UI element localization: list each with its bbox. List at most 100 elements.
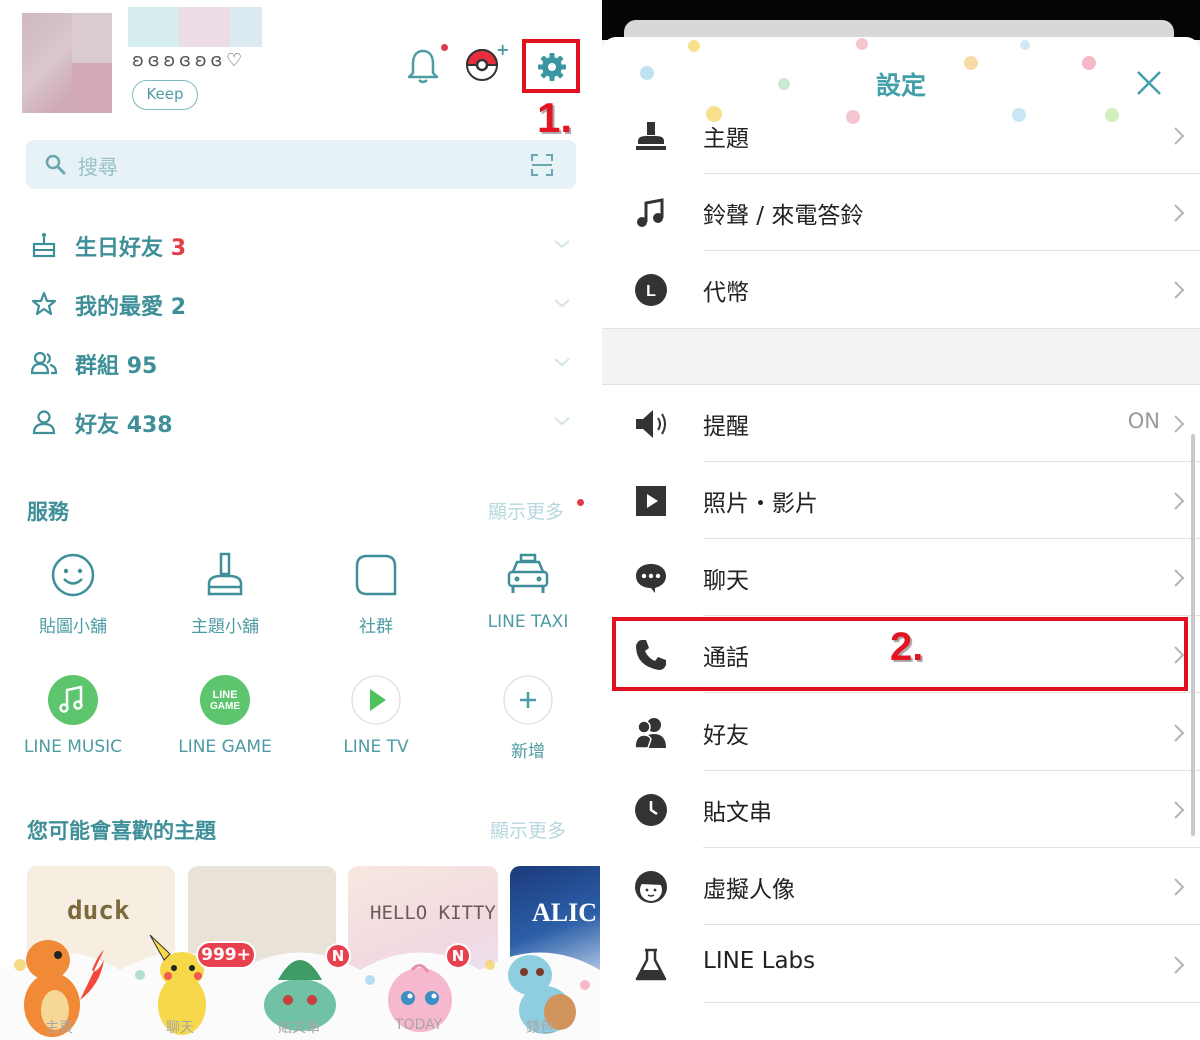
tab-chats[interactable]: 聊天 — [166, 1017, 194, 1037]
flask-icon — [635, 948, 667, 981]
gear-icon[interactable] — [537, 52, 567, 82]
row-label: 好友 — [703, 723, 749, 749]
add-friend-plus-icon[interactable]: + — [496, 40, 509, 59]
tab-wallet[interactable]: 錢包 — [526, 1017, 554, 1037]
chevron-down-icon — [554, 358, 570, 367]
person-icon — [32, 410, 56, 435]
row-label: 貼文串 — [703, 800, 772, 826]
row-label: 群組 — [75, 354, 120, 379]
service-community[interactable]: 社群 — [306, 550, 446, 637]
profile-status-message: ʚ ɞ ʚ ɞ ʚ ɞ ♡ — [132, 50, 242, 71]
chevron-right-icon — [1174, 569, 1185, 587]
service-line-music[interactable]: LINE MUSIC — [3, 675, 143, 757]
chevron-down-icon — [554, 417, 570, 426]
scrollbar[interactable] — [1191, 434, 1195, 836]
service-label: 貼圖小舖 — [39, 617, 107, 637]
plus-icon — [503, 675, 553, 725]
settings-highlight-box — [522, 39, 580, 93]
service-line-tv[interactable]: LINE TV — [306, 675, 446, 757]
settings-row-timeline[interactable]: 貼文串 — [602, 771, 1200, 848]
tab-timeline[interactable]: 貼文串 — [278, 1017, 320, 1037]
settings-row-notifications[interactable]: 提醒 ON — [602, 385, 1200, 462]
services-show-more-link[interactable]: 顯示更多 — [488, 497, 564, 524]
profile-name-blurred — [128, 7, 262, 47]
settings-row-friends[interactable]: 好友 — [602, 694, 1200, 771]
settings-row-avatar[interactable]: 虛擬人像 — [602, 848, 1200, 925]
notification-dot — [441, 44, 448, 51]
row-label: 聊天 — [703, 568, 749, 594]
line-home-screen: ʚ ɞ ʚ ɞ ʚ ɞ ♡ Keep + 1. 搜尋 生日好友 3 我的最愛 2… — [0, 0, 600, 1040]
row-label: 生日好友 — [75, 236, 164, 261]
groups-row[interactable]: 群組 95 — [30, 343, 575, 383]
service-add-new[interactable]: 新增 — [458, 675, 598, 762]
row-count: 95 — [126, 354, 158, 379]
themes-title: 您可能會喜歡的主題 — [27, 819, 216, 843]
settings-row-coins[interactable]: L 代幣 — [602, 251, 1200, 328]
settings-row-theme[interactable]: 主題 — [602, 97, 1200, 174]
chat-unread-badge: 999+ — [196, 941, 256, 969]
row-label: 提醒 — [703, 414, 749, 440]
chevron-right-icon — [1174, 281, 1185, 299]
favorites-row[interactable]: 我的最愛 2 — [30, 284, 575, 324]
service-theme-shop[interactable]: 主題小舖 — [155, 550, 295, 637]
music-note-icon — [637, 198, 664, 227]
taxi-icon — [507, 553, 549, 593]
friends-row[interactable]: 好友 438 — [30, 402, 575, 442]
service-label: LINE TAXI — [487, 612, 569, 632]
profile-avatar[interactable] — [22, 13, 112, 113]
svg-text:GAME: GAME — [210, 701, 240, 712]
chevron-right-icon — [1174, 801, 1185, 819]
row-label: 虛擬人像 — [703, 877, 795, 903]
play-icon — [351, 675, 401, 725]
chevron-right-icon — [1174, 724, 1185, 742]
friends-icon — [634, 718, 666, 749]
theme-card-text: duck — [67, 896, 130, 926]
settings-row-ringtone[interactable]: 鈴聲 / 來電答鈴 — [602, 174, 1200, 251]
search-icon — [45, 154, 66, 175]
smiley-icon — [51, 553, 95, 597]
chevron-right-icon — [1174, 878, 1185, 896]
svg-text:LINE: LINE — [212, 689, 237, 701]
tab-today[interactable]: TODAY — [395, 1017, 442, 1033]
service-label: LINE GAME — [178, 737, 272, 757]
chevron-right-icon — [1174, 492, 1185, 510]
bell-icon[interactable] — [406, 46, 440, 86]
group-icon — [30, 351, 58, 375]
service-sticker-shop[interactable]: 貼圖小舖 — [3, 550, 143, 637]
theme-card-text: ALIC — [532, 898, 598, 927]
decor-dot — [688, 40, 700, 52]
pokeball-icon[interactable] — [465, 48, 499, 82]
brush-icon — [207, 552, 243, 596]
qr-scan-icon[interactable] — [530, 153, 554, 177]
row-count: 3 — [170, 236, 186, 261]
avatar-face-icon — [635, 871, 667, 903]
service-line-game[interactable]: LINE GAME LINE GAME — [155, 675, 295, 757]
music-icon — [48, 675, 98, 725]
theme-card-text: HELLO KITTY — [370, 902, 496, 924]
square-chat-icon — [355, 554, 397, 596]
service-line-taxi[interactable]: LINE TAXI — [458, 550, 598, 632]
row-label: 我的最愛 — [75, 295, 164, 320]
birthday-friends-row[interactable]: 生日好友 3 — [30, 225, 575, 265]
settings-row-chats[interactable]: 聊天 — [602, 539, 1200, 616]
search-bar[interactable]: 搜尋 — [26, 140, 576, 189]
game-icon: LINE GAME — [200, 675, 250, 725]
keep-button[interactable]: Keep — [132, 80, 198, 110]
row-label: 代幣 — [703, 280, 749, 306]
svg-text:L: L — [646, 283, 656, 300]
themes-show-more-link[interactable]: 顯示更多 — [490, 816, 566, 843]
speaker-icon — [636, 410, 666, 438]
close-icon[interactable] — [1136, 70, 1162, 96]
tab-home[interactable]: 主頁 — [45, 1017, 73, 1037]
chevron-right-icon — [1174, 204, 1185, 222]
clock-icon — [635, 794, 667, 826]
row-count: 2 — [170, 295, 186, 320]
decor-dot — [1020, 40, 1030, 50]
chevron-down-icon — [554, 240, 570, 249]
search-placeholder: 搜尋 — [78, 155, 118, 179]
service-label: 新增 — [511, 742, 545, 762]
services-new-dot — [577, 499, 584, 506]
notifications-value: ON — [1127, 409, 1160, 433]
settings-row-line-labs[interactable]: LINE Labs — [602, 926, 1200, 1003]
settings-row-photos-videos[interactable]: 照片・影片 — [602, 462, 1200, 539]
